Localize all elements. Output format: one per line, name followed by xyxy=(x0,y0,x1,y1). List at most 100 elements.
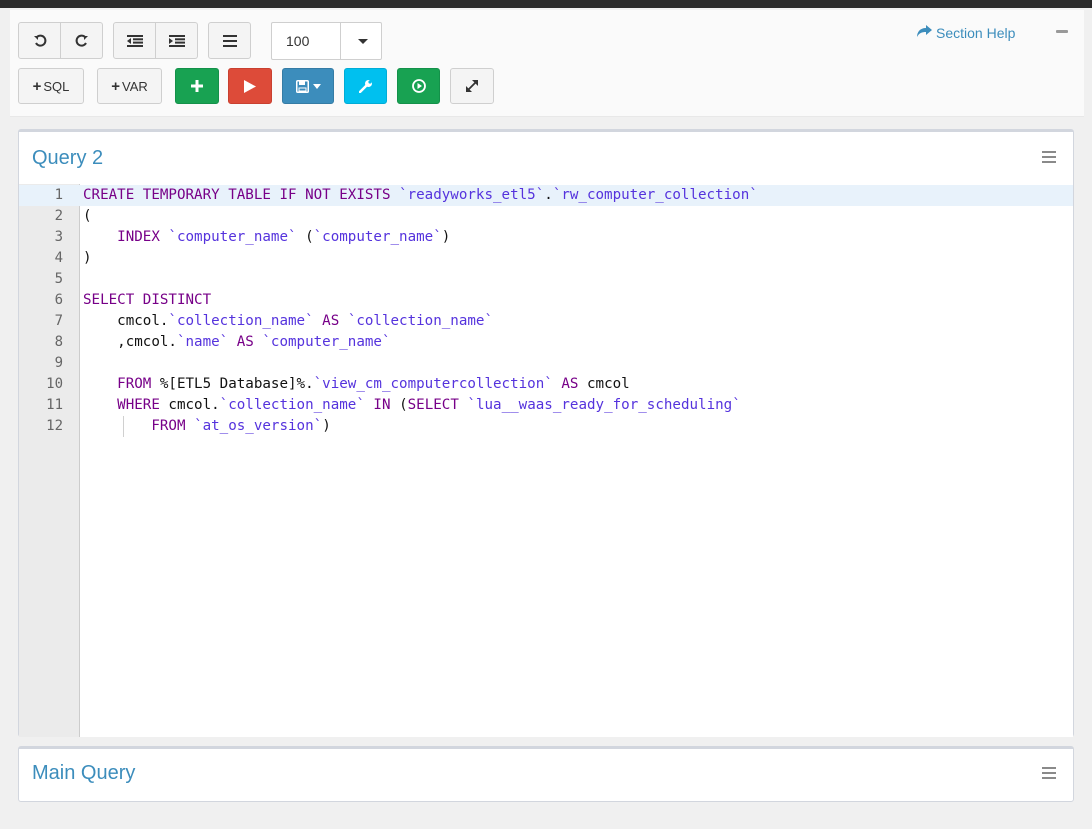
redo-icon xyxy=(75,34,89,48)
plus-icon: + xyxy=(32,77,42,95)
sql-text: ) xyxy=(83,250,92,266)
panel-menu-icon[interactable] xyxy=(1042,767,1056,779)
window-top-border xyxy=(0,0,1092,8)
line-number: 10 xyxy=(46,376,63,392)
chevron-down-icon xyxy=(312,83,321,89)
panel-menu-icon[interactable] xyxy=(1042,151,1056,163)
sql-identifier: `computer_name` xyxy=(262,334,391,350)
minimize-icon[interactable] xyxy=(1056,30,1068,33)
line-code: ( xyxy=(83,206,92,227)
indent-icon xyxy=(168,34,185,47)
expand-icon xyxy=(466,80,478,92)
undo-button[interactable] xyxy=(18,22,61,59)
zoom-value: 100 xyxy=(286,33,310,49)
sql-text: ,cmcol. xyxy=(83,334,177,350)
wrench-icon xyxy=(358,79,373,93)
code-line: 3 INDEX `computer_name` (`computer_name`… xyxy=(19,227,1073,248)
line-code: WHERE cmcol.`collection_name` IN (SELECT… xyxy=(83,395,741,416)
section-help-link[interactable]: Section Help xyxy=(917,24,1015,42)
code-line: 12 FROM `at_os_version`) xyxy=(19,416,1073,437)
code-line: 5 xyxy=(19,269,1073,290)
plus-icon xyxy=(191,80,203,92)
circle-play-icon xyxy=(411,79,426,93)
line-number: 12 xyxy=(46,418,63,434)
sql-identifier: `lua__waas_ready_for_scheduling` xyxy=(467,397,741,413)
execute-button[interactable] xyxy=(397,68,440,104)
code-line: 9 xyxy=(19,353,1073,374)
list-icon xyxy=(222,34,237,47)
sql-text: ( xyxy=(296,229,314,245)
code-line: 4) xyxy=(19,248,1073,269)
plus-icon: + xyxy=(111,77,120,95)
settings-button[interactable] xyxy=(344,68,387,104)
sql-identifier: `computer_name` xyxy=(168,229,297,245)
add-section-button[interactable] xyxy=(175,68,219,104)
sql-identifier: `computer_name` xyxy=(313,229,442,245)
undo-icon xyxy=(33,34,47,48)
line-number: 9 xyxy=(54,355,63,371)
add-var-button[interactable]: + VAR xyxy=(97,68,162,104)
share-arrow-icon xyxy=(917,25,932,41)
sql-text: cmcol. xyxy=(83,313,169,329)
save-icon xyxy=(295,79,309,93)
outdent-icon xyxy=(126,34,143,47)
indent-guide xyxy=(123,416,124,437)
line-code: INDEX `computer_name` (`computer_name`) xyxy=(83,227,450,248)
main-query-panel: Main Query xyxy=(18,746,1074,802)
sql-keyword: FROM xyxy=(117,376,160,392)
line-code: SELECT DISTINCT xyxy=(83,290,211,311)
sql-keyword: SELECT DISTINCT xyxy=(83,292,212,308)
sql-identifier: `rw_computer_collection` xyxy=(552,187,758,203)
code-line: 10 FROM %[ETL5 Database]%.`view_cm_compu… xyxy=(19,374,1073,395)
sql-identifier: `collection_name` xyxy=(168,313,314,329)
redo-button[interactable] xyxy=(61,22,103,59)
sql-keyword: AS xyxy=(228,334,263,350)
sql-identifier: `view_cm_computercollection` xyxy=(313,376,553,392)
code-line: 1 CREATE TEMPORARY TABLE IF NOT EXISTS `r… xyxy=(19,185,1073,206)
sql-keyword: CREATE TEMPORARY TABLE IF NOT EXISTS xyxy=(83,187,400,203)
select-divider xyxy=(340,23,341,59)
sql-text: ) xyxy=(322,418,331,434)
sql-keyword: SELECT xyxy=(407,397,468,413)
code-line: 2( xyxy=(19,206,1073,227)
line-number: 7 xyxy=(54,313,63,329)
indent-button[interactable] xyxy=(156,22,198,59)
line-number: 3 xyxy=(54,229,63,245)
format-menu-button[interactable] xyxy=(208,22,251,59)
sql-text: %[ETL5 Database]%. xyxy=(159,376,314,392)
line-number: 4 xyxy=(54,250,63,266)
sql-text: cmcol xyxy=(586,376,630,392)
sql-keyword: FROM xyxy=(151,418,195,434)
outdent-button[interactable] xyxy=(113,22,156,59)
sql-keyword: AS xyxy=(313,313,348,329)
line-number: 6 xyxy=(54,292,63,308)
code-line: 7 cmcol.`collection_name` AS `collection… xyxy=(19,311,1073,332)
line-code: FROM `at_os_version`) xyxy=(83,416,331,437)
add-sql-button[interactable]: + SQL xyxy=(18,68,84,104)
line-code: ) xyxy=(83,248,92,269)
line-number: 5 xyxy=(54,271,63,287)
add-sql-label: SQL xyxy=(43,78,70,94)
sql-identifier: `collection_name` xyxy=(347,313,494,329)
section-help-label: Section Help xyxy=(936,25,1016,41)
sql-keyword: AS xyxy=(552,376,587,392)
save-dropdown-button[interactable] xyxy=(282,68,334,104)
run-button[interactable] xyxy=(228,68,272,104)
sql-keyword: INDEX xyxy=(117,229,169,245)
sql-text: ( xyxy=(399,397,408,413)
sql-editor[interactable]: 1 CREATE TEMPORARY TABLE IF NOT EXISTS `r… xyxy=(19,184,1073,737)
panel-title: Query 2 xyxy=(32,147,104,169)
panel-title: Main Query xyxy=(32,762,136,784)
code-line: 6 SELECT DISTINCT xyxy=(19,290,1073,311)
fullscreen-button[interactable] xyxy=(450,68,494,104)
add-var-label: VAR xyxy=(122,78,148,94)
zoom-select[interactable]: 100 xyxy=(271,22,382,60)
sql-keyword: IN xyxy=(364,397,400,413)
sql-text: ) xyxy=(441,229,451,245)
query-panel: Query 2 1 CREATE TEMPORARY TABLE IF NOT E… xyxy=(18,129,1074,737)
line-number: 1 xyxy=(54,187,63,203)
